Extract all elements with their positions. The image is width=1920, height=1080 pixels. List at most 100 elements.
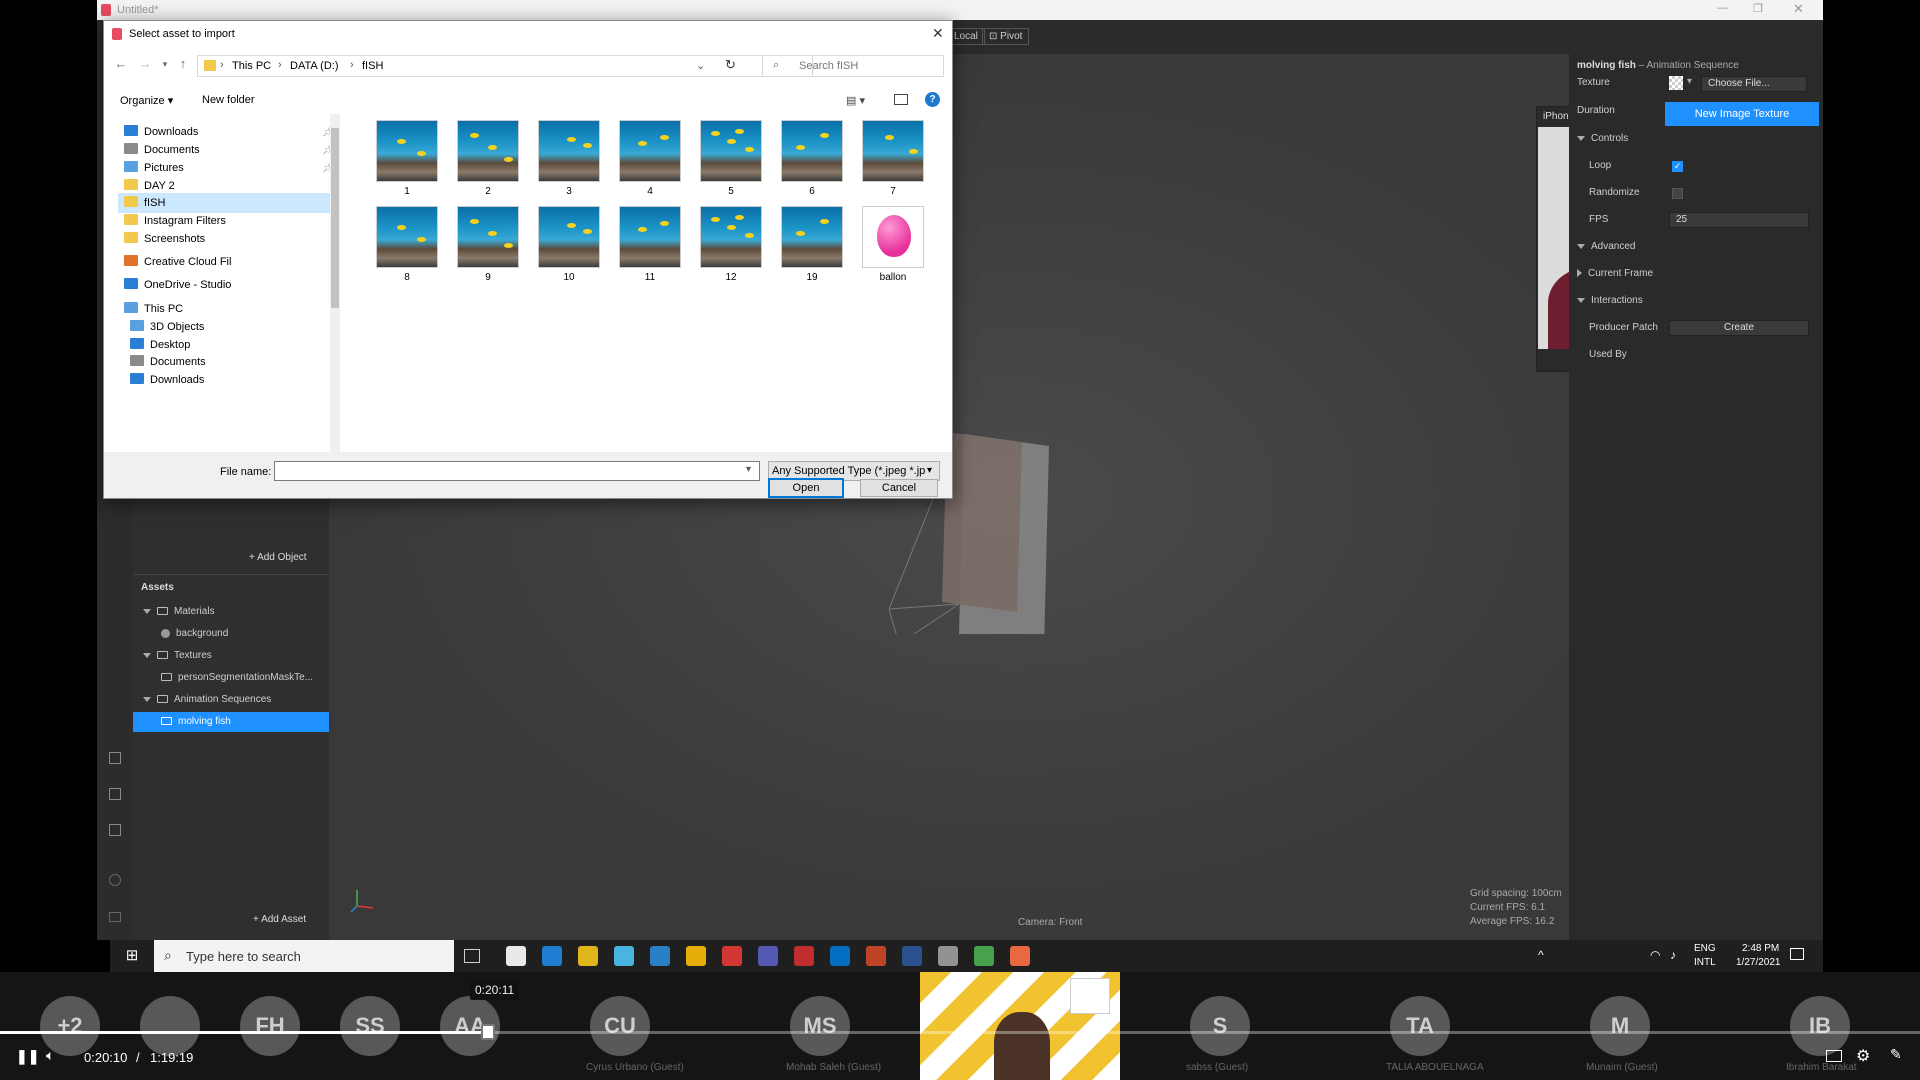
close-window-icon[interactable]: ✕ [1793,1,1804,17]
tree-item[interactable]: fISH [118,193,330,213]
advanced-section[interactable]: Advanced [1577,236,1635,258]
organize-button[interactable]: Organize ▾ [120,94,173,107]
settings-icon[interactable]: ⚙ [1856,1046,1870,1066]
progress-track[interactable] [0,1024,1920,1040]
collapse-icon[interactable] [143,696,151,702]
participant-avatar[interactable]: CU [590,996,650,1056]
file-thumbnail[interactable]: 8 [376,206,438,288]
tree-item[interactable]: Instagram Filters [118,211,330,231]
captions-icon[interactable] [1826,1050,1842,1062]
pivot-toggle[interactable]: ⊡ Pivot [982,28,1030,45]
network-icon[interactable]: ◠ [1650,948,1660,962]
tree-item[interactable]: ›Documents [118,352,330,372]
view-options-icon[interactable]: ▤ ▾ [846,94,865,107]
progress-handle[interactable] [480,1024,495,1040]
current-frame-row[interactable]: Current Frame [1577,263,1653,285]
search-box[interactable]: ⌕ Search fISH [762,55,944,77]
file-thumbnail[interactable]: 12 [700,206,762,288]
file-thumbnail[interactable]: 19 [781,206,843,288]
randomize-checkbox[interactable] [1672,188,1683,199]
minimize-icon[interactable]: — [1717,2,1728,14]
opera-gx-icon[interactable] [758,946,778,966]
taskbar-search[interactable]: ⌕ Type here to search [154,940,454,972]
paint-icon[interactable] [974,946,994,966]
start-icon[interactable]: ⊞ [110,940,154,972]
notifications-icon[interactable] [1790,948,1804,960]
texture-swatch[interactable] [1669,76,1683,90]
add-asset-button[interactable]: + Add Asset [253,914,306,925]
task-view-icon[interactable] [464,949,480,963]
texture-dropdown-icon[interactable]: ▾ [1687,76,1692,87]
interactions-section[interactable]: Interactions [1577,290,1643,312]
fps-input[interactable]: 25 [1669,212,1809,228]
participant-avatar[interactable]: TA [1390,996,1450,1056]
breadcrumb-data-drive[interactable]: DATA (D:) [290,60,338,72]
refresh-icon[interactable]: ↻ [725,57,736,73]
participant-avatar[interactable]: M [1590,996,1650,1056]
app-icon[interactable] [902,946,922,966]
tree-item[interactable]: ›3D Objects [118,317,330,337]
teams-icon[interactable] [722,946,742,966]
open-button[interactable]: Open [768,478,844,498]
tree-item[interactable]: Downloads 📌︎ [118,122,330,142]
edge-icon[interactable] [506,946,526,966]
file-thumbnail[interactable]: 3 [538,120,600,202]
clock-date[interactable]: 1/27/2021 [1736,957,1781,968]
back-arrow-icon[interactable]: ← [112,55,130,73]
breadcrumb-fish[interactable]: fISH [362,60,383,72]
file-thumbnail[interactable]: 5 [700,120,762,202]
file-name-input[interactable] [274,461,760,481]
pin-icon[interactable]: ✎ [1890,1046,1902,1063]
pause-icon[interactable]: ❚❚ [16,1048,39,1065]
clock-time[interactable]: 2:48 PM [1742,943,1779,954]
help-icon[interactable]: ? [925,92,940,107]
tree-item[interactable]: ›Downloads [118,370,330,390]
file-thumbnail[interactable]: 4 [619,120,681,202]
file-thumbnail[interactable]: 9 [457,206,519,288]
participant-avatar[interactable]: SS [340,996,400,1056]
file-thumbnail[interactable]: 10 [538,206,600,288]
opera-icon[interactable] [686,946,706,966]
loop-checkbox[interactable]: ✓ [1672,161,1683,172]
file-thumbnail[interactable]: ballon [862,206,924,288]
tree-scrollbar[interactable] [330,114,340,452]
create-button[interactable]: Create [1669,320,1809,336]
file-thumbnail[interactable]: 1 [376,120,438,202]
maximize-icon[interactable]: ❐ [1753,2,1763,15]
new-folder-button[interactable]: New folder [202,94,255,106]
keyboard-layout[interactable]: INTL [1694,957,1716,968]
participant-avatar[interactable]: FH [240,996,300,1056]
asset-row[interactable]: Textures [133,646,329,666]
asset-row[interactable]: personSegmentationMaskTe... [133,668,329,688]
asset-row[interactable]: Materials [133,602,329,622]
tray-chevron-icon[interactable]: ^ [1538,948,1544,962]
preview-pane-icon[interactable] [894,94,908,105]
cancel-button[interactable]: Cancel [860,479,938,497]
asset-row[interactable]: molving fish [133,712,329,732]
file-thumbnail[interactable]: 2 [457,120,519,202]
file-name-dropdown-icon[interactable]: ▾ [746,464,751,475]
spark-ar-icon[interactable] [938,946,958,966]
input-language[interactable]: ENG [1694,943,1716,954]
choose-file-button[interactable]: Choose File... [1701,76,1807,92]
file-thumbnail[interactable]: 7 [862,120,924,202]
address-dropdown-icon[interactable]: ⌄ [696,59,705,72]
add-object-button[interactable]: + Add Object [249,552,307,563]
tree-item[interactable]: ›OneDrive - Studio [118,275,330,295]
tree-item[interactable]: Documents 📌︎ [118,140,330,160]
breadcrumb-this-pc[interactable]: This PC [232,60,271,72]
add-folder-icon[interactable] [109,752,121,764]
dialog-close-icon[interactable]: ✕ [932,25,944,42]
address-bar[interactable]: › This PC › DATA (D:) › fISH ⌄ [197,55,813,77]
store-icon[interactable] [578,946,598,966]
export-icon[interactable] [109,824,121,836]
volume-icon[interactable]: 🔈︎ [46,1047,54,1064]
chrome-icon[interactable] [650,946,670,966]
participant-avatar[interactable]: MS [790,996,850,1056]
import-icon[interactable] [109,788,121,800]
bug-icon[interactable] [109,874,121,886]
volume-icon[interactable]: ♪ [1670,948,1676,962]
collapse-icon[interactable] [143,608,151,614]
console-icon[interactable] [109,912,121,922]
participant-avatar[interactable]: S [1190,996,1250,1056]
